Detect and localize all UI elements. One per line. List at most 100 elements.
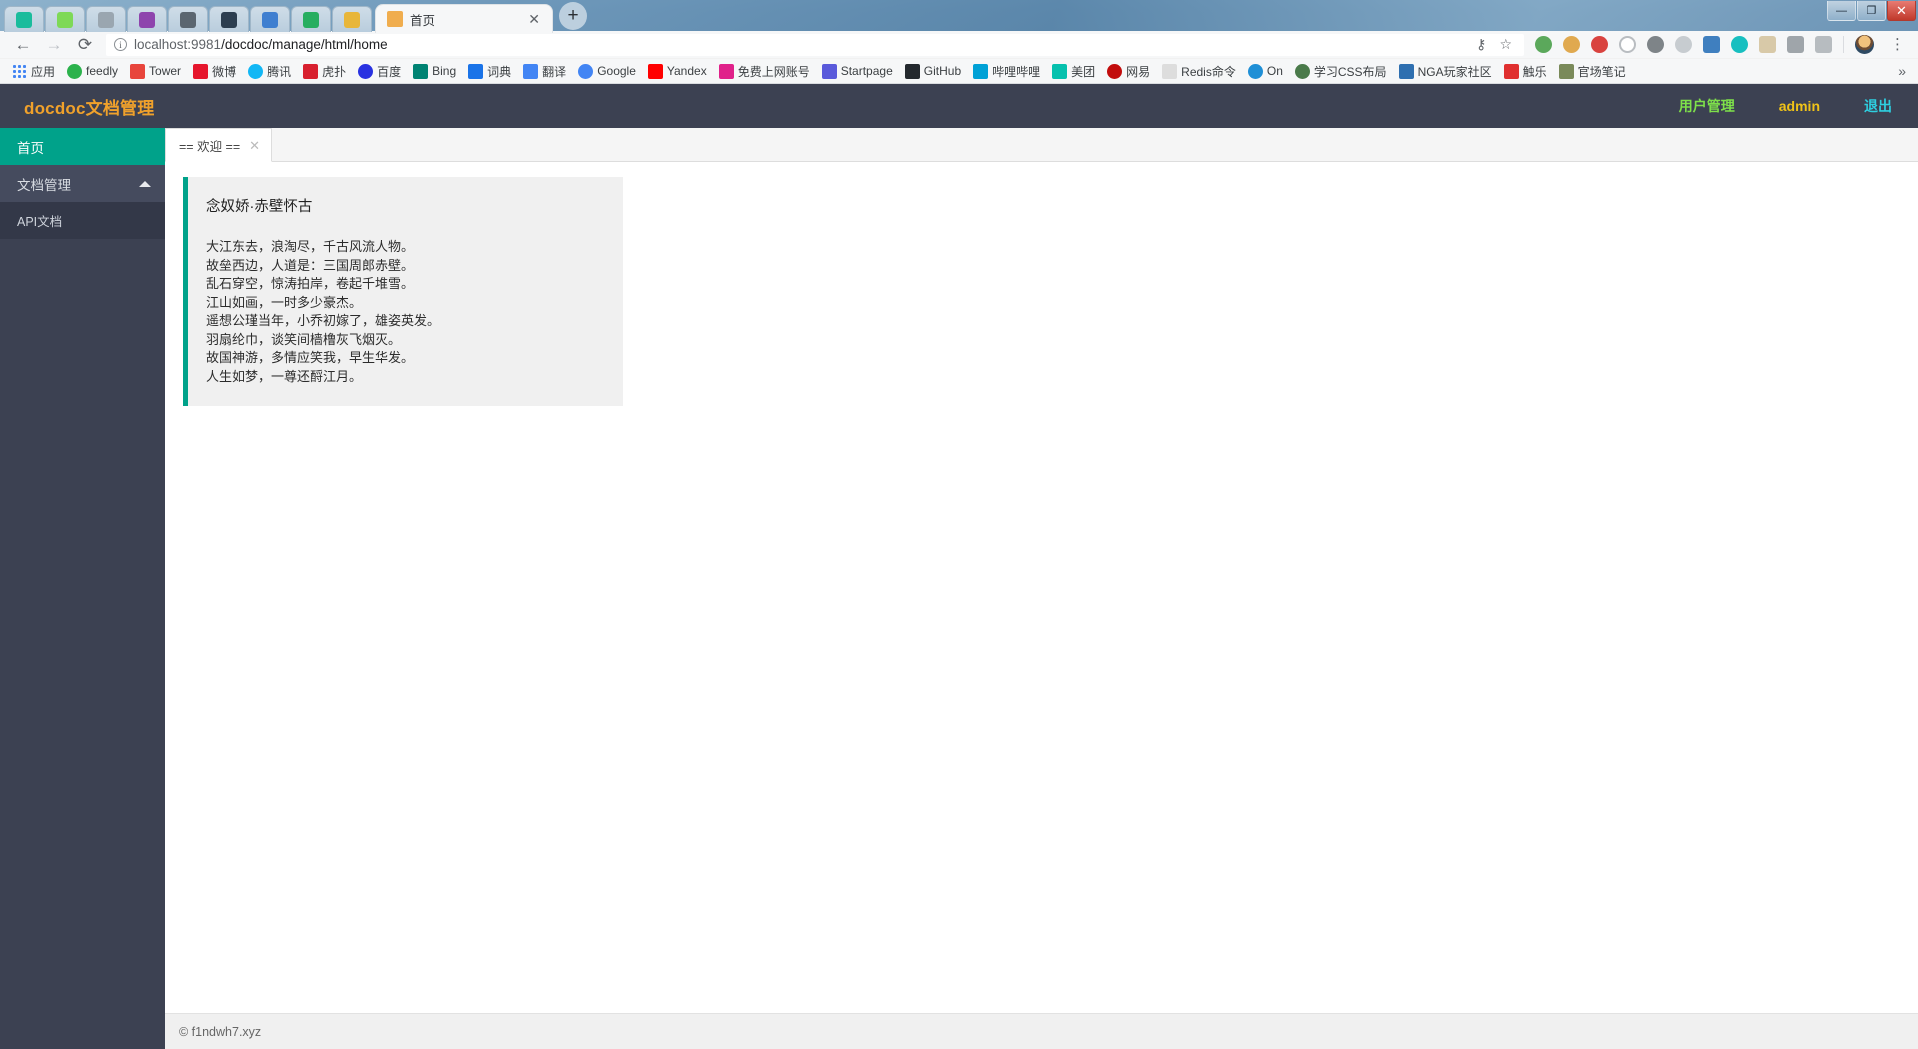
tab-favicon-icon bbox=[387, 11, 403, 27]
bookmark-bilibili[interactable]: 哔哩哔哩 bbox=[967, 61, 1046, 82]
bookmark-label: Startpage bbox=[840, 64, 893, 78]
app-body: 首页 文档管理 API文档 == 欢迎 == ✕ 念奴娇·赤壁怀古 大江东去，浪… bbox=[0, 128, 1918, 1049]
bookmark-label: 应用 bbox=[31, 64, 56, 79]
document-icon bbox=[1162, 63, 1178, 79]
tower-icon bbox=[130, 63, 146, 79]
bookmark-tencent[interactable]: 腾讯 bbox=[242, 61, 297, 82]
browser-window: 首页 ✕ + — ❐ ✕ ← → ⟳ i localhost:9981/docd… bbox=[0, 0, 1918, 1049]
bookmark-dict[interactable]: 词典 bbox=[462, 61, 517, 82]
pinned-tab-9[interactable] bbox=[332, 6, 372, 32]
app-header-links: 用户管理 admin 退出 bbox=[1679, 96, 1892, 116]
sidebar-item-doc-management[interactable]: 文档管理 bbox=[0, 165, 165, 202]
settings-gear-icon[interactable] bbox=[1647, 36, 1664, 53]
new-tab-button[interactable]: + bbox=[559, 2, 587, 30]
bookmark-document[interactable]: Redis命令 bbox=[1156, 61, 1242, 82]
sidebar-item-api-doc[interactable]: API文档 bbox=[0, 202, 165, 239]
bookmark-feedly[interactable]: feedly bbox=[61, 62, 124, 81]
bookmark-hupu[interactable]: 虎扑 bbox=[297, 61, 352, 82]
poem-line: 故垒西边，人道是：三国周郎赤壁。 bbox=[206, 257, 415, 273]
bookmark-github[interactable]: GitHub bbox=[899, 62, 967, 81]
adblock-icon[interactable] bbox=[1591, 36, 1608, 53]
bookmark-yandex[interactable]: Yandex bbox=[642, 62, 713, 81]
address-bar[interactable]: i localhost:9981/docdoc/manage/html/home… bbox=[106, 33, 1524, 56]
bookmark-google[interactable]: Google bbox=[572, 62, 642, 81]
profile-avatar-icon[interactable] bbox=[1855, 35, 1874, 54]
bookmark-baidu[interactable]: 百度 bbox=[352, 61, 407, 82]
reload-icon[interactable]: ⟳ bbox=[70, 32, 100, 58]
pinned-tab-1[interactable] bbox=[4, 6, 44, 32]
bookmark-on[interactable]: On bbox=[1242, 62, 1289, 81]
grey-extension-icon[interactable] bbox=[1815, 36, 1832, 53]
bookmark-label: Tower bbox=[149, 64, 182, 78]
momentum-icon[interactable] bbox=[1731, 36, 1748, 53]
bookmark-tower[interactable]: Tower bbox=[124, 62, 187, 81]
bookmark-weibo[interactable]: 微博 bbox=[187, 61, 242, 82]
active-browser-tab[interactable]: 首页 ✕ bbox=[375, 4, 553, 33]
pinned-tab-6[interactable] bbox=[209, 6, 249, 32]
web-page: docdoc文档管理 用户管理 admin 退出 首页 文档管理 API文档 =… bbox=[0, 84, 1918, 1049]
sidebar-item-label: 文档管理 bbox=[17, 177, 71, 193]
bookmark-netease[interactable]: 网易 bbox=[1101, 61, 1156, 82]
bookmark-apps-grid[interactable]: 应用 bbox=[6, 61, 61, 82]
on-icon bbox=[1247, 63, 1263, 79]
css-layout-icon bbox=[1294, 63, 1310, 79]
poem-line: 乱石穿空，惊涛拍岸，卷起千堆雪。 bbox=[206, 276, 415, 291]
browser-menu-icon[interactable]: ⋮ bbox=[1885, 37, 1910, 52]
bookmark-star-icon[interactable]: ☆ bbox=[1499, 36, 1512, 53]
back-icon[interactable]: ← bbox=[8, 32, 38, 58]
chevron-up-icon bbox=[139, 180, 151, 187]
bookmark-vpn[interactable]: 免费上网账号 bbox=[713, 61, 816, 82]
close-window-button[interactable]: ✕ bbox=[1887, 1, 1916, 21]
close-icon[interactable]: ✕ bbox=[249, 139, 260, 152]
pinned-tab-2[interactable] bbox=[45, 6, 85, 32]
evernote-icon[interactable] bbox=[1535, 36, 1552, 53]
bookmark-startpage[interactable]: Startpage bbox=[816, 62, 899, 81]
url-text: localhost:9981/docdoc/manage/html/home bbox=[134, 37, 388, 52]
sidebar-item-home[interactable]: 首页 bbox=[0, 128, 165, 165]
user-management-link[interactable]: 用户管理 bbox=[1679, 96, 1735, 116]
logout-link[interactable]: 退出 bbox=[1864, 96, 1892, 116]
bookmark-label: 学习CSS布局 bbox=[1313, 64, 1387, 79]
bookmark-chuapp[interactable]: 触乐 bbox=[1498, 61, 1553, 82]
omnibox-icons: ⚷ ☆ bbox=[1476, 36, 1516, 53]
sogou-icon[interactable] bbox=[1703, 36, 1720, 53]
pinned-tab-5[interactable] bbox=[168, 6, 208, 32]
app-footer: © f1ndwh7.xyz bbox=[165, 1013, 1918, 1049]
browser-titlebar: 首页 ✕ + — ❐ ✕ bbox=[0, 0, 1918, 33]
bookmark-label: 官场笔记 bbox=[1577, 64, 1626, 79]
vimeo-icon[interactable] bbox=[1787, 36, 1804, 53]
bookmark-meituan[interactable]: 美团 bbox=[1046, 61, 1101, 82]
current-user-label[interactable]: admin bbox=[1779, 98, 1820, 114]
opera-icon[interactable] bbox=[1619, 36, 1636, 53]
bookmark-label: Google bbox=[597, 64, 636, 78]
url-path: /docdoc/manage/html/home bbox=[221, 37, 388, 52]
bookmark-label: Bing bbox=[432, 64, 457, 78]
bookmark-label: 腾讯 bbox=[267, 64, 292, 79]
bookmark-translate[interactable]: 翻译 bbox=[517, 61, 572, 82]
forward-icon[interactable]: → bbox=[39, 32, 69, 58]
site-info-icon[interactable]: i bbox=[114, 38, 127, 51]
pinned-tab-3[interactable] bbox=[86, 6, 126, 32]
password-key-icon[interactable]: ⚷ bbox=[1476, 36, 1486, 53]
close-tab-icon[interactable]: ✕ bbox=[525, 12, 543, 26]
pinned-tab-8[interactable] bbox=[291, 6, 331, 32]
bookmark-css-layout[interactable]: 学习CSS布局 bbox=[1289, 61, 1393, 82]
minimize-button[interactable]: — bbox=[1827, 1, 1856, 21]
bookmark-label: 词典 bbox=[487, 64, 512, 79]
copyright-text: © f1ndwh7.xyz bbox=[179, 1024, 262, 1039]
bookmark-label: feedly bbox=[86, 64, 119, 78]
bookmark-bing[interactable]: Bing bbox=[407, 62, 462, 81]
cookie-icon[interactable] bbox=[1563, 36, 1580, 53]
bookmark-nga[interactable]: NGA玩家社区 bbox=[1393, 61, 1498, 82]
dict-icon bbox=[468, 63, 484, 79]
bookmark-notes[interactable]: 官场笔记 bbox=[1553, 61, 1632, 82]
maximize-button[interactable]: ❐ bbox=[1857, 1, 1886, 21]
pinned-tab-4[interactable] bbox=[127, 6, 167, 32]
toolbox-icon[interactable] bbox=[1759, 36, 1776, 53]
content-tab-welcome[interactable]: == 欢迎 == ✕ bbox=[165, 128, 273, 162]
link-icon[interactable] bbox=[1675, 36, 1692, 53]
bookmark-label: On bbox=[1266, 64, 1283, 78]
app-logo[interactable]: docdoc文档管理 bbox=[24, 94, 154, 119]
pinned-tab-7[interactable] bbox=[250, 6, 290, 32]
bookmark-overflow-icon[interactable]: » bbox=[1898, 63, 1912, 79]
